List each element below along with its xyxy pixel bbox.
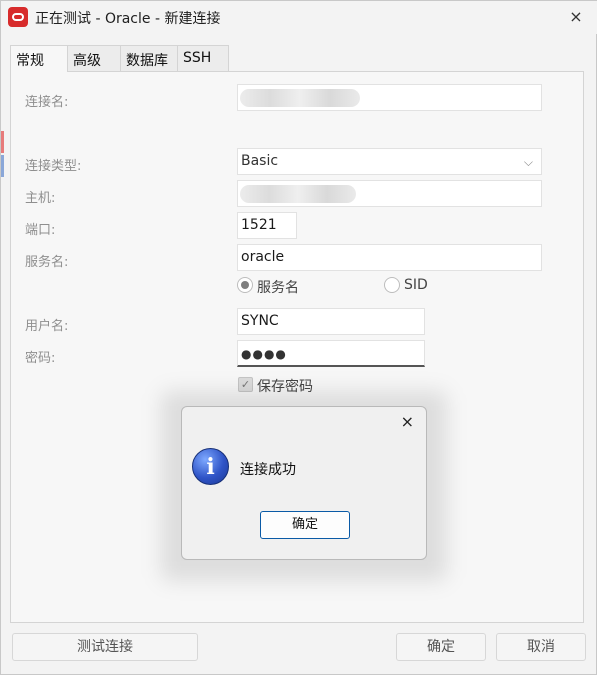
tab-general[interactable]: 常规 bbox=[10, 45, 68, 72]
port-input[interactable]: 1521 bbox=[237, 212, 297, 239]
connection-success-dialog: × i 连接成功 确定 bbox=[181, 406, 427, 560]
dialog-close-icon[interactable]: × bbox=[401, 412, 414, 431]
new-connection-window: 正在测试 - Oracle - 新建连接 × 常规 高级 数据库 SSH 连接名… bbox=[0, 0, 597, 675]
service-name-label: 服务名: bbox=[25, 255, 69, 270]
connection-type-select[interactable]: Basic ⌵ bbox=[237, 148, 542, 175]
window-close-icon[interactable]: × bbox=[566, 7, 586, 27]
connection-name-input[interactable] bbox=[237, 84, 542, 111]
save-password-checkbox[interactable]: ✓ bbox=[238, 377, 253, 392]
connection-name-label: 连接名: bbox=[25, 95, 69, 110]
dialog-ok-button[interactable]: 确定 bbox=[260, 511, 350, 539]
host-label: 主机: bbox=[25, 191, 56, 206]
service-name-radio[interactable] bbox=[237, 277, 253, 293]
left-edge-marker bbox=[1, 131, 4, 153]
chevron-down-icon: ⌵ bbox=[523, 155, 533, 169]
connection-type-value: Basic bbox=[241, 153, 279, 169]
username-label: 用户名: bbox=[25, 319, 69, 334]
test-connection-button[interactable]: 测试连接 bbox=[12, 633, 198, 661]
tab-ssh[interactable]: SSH bbox=[177, 45, 229, 71]
username-input[interactable]: SYNC bbox=[237, 308, 425, 335]
ok-button[interactable]: 确定 bbox=[396, 633, 486, 661]
oracle-app-icon bbox=[8, 7, 28, 27]
redacted-value bbox=[240, 185, 356, 203]
left-edge-marker bbox=[1, 155, 4, 177]
title-bar: 正在测试 - Oracle - 新建连接 × bbox=[1, 1, 597, 34]
connection-type-label: 连接类型: bbox=[25, 159, 82, 174]
password-input[interactable]: ●●●● bbox=[237, 340, 425, 367]
password-label: 密码: bbox=[25, 351, 56, 366]
window-title: 正在测试 - Oracle - 新建连接 bbox=[35, 11, 221, 27]
sid-radio-label: SID bbox=[404, 277, 428, 293]
redacted-value bbox=[240, 89, 360, 107]
host-input[interactable] bbox=[237, 180, 542, 207]
service-name-radio-label: 服务名 bbox=[257, 280, 299, 296]
tab-database[interactable]: 数据库 bbox=[120, 45, 178, 71]
port-label: 端口: bbox=[25, 223, 56, 238]
sid-radio[interactable] bbox=[384, 277, 400, 293]
service-name-input[interactable]: oracle bbox=[237, 244, 542, 271]
dialog-message: 连接成功 bbox=[240, 462, 296, 478]
info-icon: i bbox=[192, 448, 229, 485]
cancel-button[interactable]: 取消 bbox=[496, 633, 586, 661]
tab-advanced[interactable]: 高级 bbox=[67, 45, 121, 71]
